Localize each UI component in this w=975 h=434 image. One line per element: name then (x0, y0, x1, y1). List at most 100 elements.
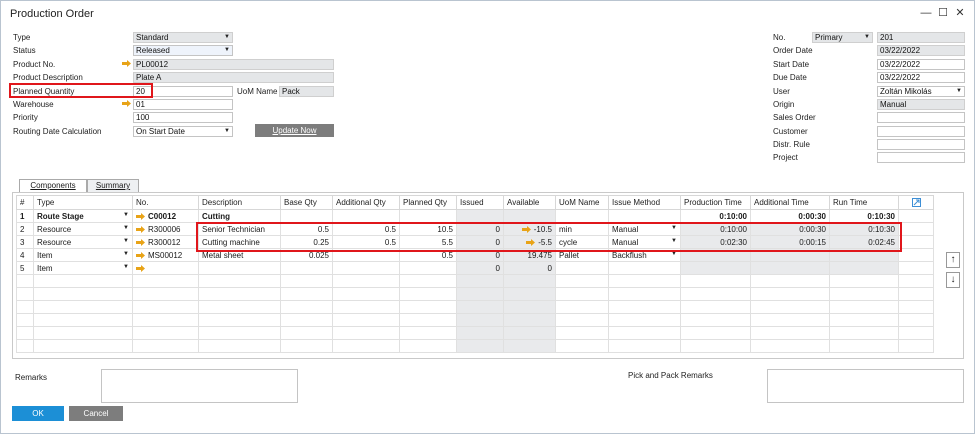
empty-cell[interactable] (16, 300, 34, 314)
table-row-empty[interactable] (16, 313, 934, 327)
empty-cell[interactable] (898, 326, 934, 340)
cell-desc[interactable] (198, 261, 281, 275)
cell-avail[interactable]: 0 (503, 261, 556, 275)
cell-base[interactable] (280, 209, 333, 223)
col-header-available[interactable]: Available (503, 195, 556, 210)
empty-cell[interactable] (829, 274, 899, 288)
empty-cell[interactable] (503, 274, 556, 288)
project-field[interactable] (877, 152, 965, 163)
col-header-base-qty[interactable]: Base Qty (280, 195, 333, 210)
empty-cell[interactable] (898, 287, 934, 301)
minimize-icon[interactable]: — (919, 6, 933, 20)
empty-cell[interactable] (680, 274, 751, 288)
cell-planned[interactable] (399, 261, 457, 275)
due-date-field[interactable]: 03/22/2022 (877, 72, 965, 83)
empty-cell[interactable] (750, 313, 830, 327)
table-row[interactable]: 1 ▼ Route Stage C00012 Cutting 0:10:00 0:00:30… (16, 209, 934, 223)
link-arrow-icon[interactable] (136, 264, 145, 272)
empty-cell[interactable] (33, 287, 133, 301)
cell-prod-time[interactable] (680, 261, 751, 275)
empty-cell[interactable] (132, 300, 199, 314)
sales-order-field[interactable] (877, 112, 965, 123)
empty-cell[interactable] (198, 274, 281, 288)
start-date-field[interactable]: 03/22/2022 (877, 59, 965, 70)
empty-cell[interactable] (680, 300, 751, 314)
empty-cell[interactable] (198, 339, 281, 353)
cell-addl[interactable] (332, 209, 400, 223)
table-row-empty[interactable] (16, 339, 934, 353)
link-arrow-icon[interactable] (136, 251, 145, 259)
empty-cell[interactable] (33, 326, 133, 340)
cell-issued[interactable] (456, 209, 504, 223)
empty-cell[interactable] (33, 313, 133, 327)
pick-pack-remarks-textarea[interactable] (767, 369, 964, 403)
chevron-down-icon[interactable]: ▼ (123, 212, 129, 218)
series-select[interactable]: Primary (812, 32, 873, 43)
cell-type[interactable]: ▼ Route Stage (33, 209, 133, 223)
col-header-production-time[interactable]: Production Time (680, 195, 751, 210)
empty-cell[interactable] (829, 313, 899, 327)
empty-cell[interactable] (898, 274, 934, 288)
empty-cell[interactable] (898, 339, 934, 353)
cell-addl[interactable] (332, 261, 400, 275)
cell-no[interactable]: C00012 (132, 209, 199, 223)
cell-issued[interactable]: 0 (456, 261, 504, 275)
tab-summary[interactable]: Summary (87, 179, 139, 192)
product-no-field[interactable]: PL00012 (133, 59, 334, 70)
empty-cell[interactable] (750, 326, 830, 340)
cell-method[interactable] (608, 261, 681, 275)
empty-cell[interactable] (16, 326, 34, 340)
distr-rule-field[interactable] (877, 139, 965, 150)
empty-cell[interactable] (332, 313, 400, 327)
remarks-textarea[interactable] (101, 369, 298, 403)
cell-prod-time[interactable]: 0:10:00 (680, 209, 751, 223)
empty-cell[interactable] (280, 274, 333, 288)
empty-cell[interactable] (132, 326, 199, 340)
empty-cell[interactable] (399, 326, 457, 340)
empty-cell[interactable] (198, 300, 281, 314)
chevron-down-icon[interactable]: ▼ (123, 264, 129, 270)
empty-cell[interactable] (680, 326, 751, 340)
priority-field[interactable]: 100 (133, 112, 233, 123)
col-header-issued[interactable]: Issued (456, 195, 504, 210)
uom-name-field[interactable]: Pack (279, 86, 334, 97)
table-row-empty[interactable] (16, 287, 934, 301)
table-row[interactable]: 5 ▼ Item 0 0 (16, 261, 934, 275)
empty-cell[interactable] (829, 300, 899, 314)
empty-cell[interactable] (132, 287, 199, 301)
link-arrow-icon[interactable] (122, 60, 131, 67)
cell-no[interactable]: R300006 (132, 222, 199, 236)
empty-cell[interactable] (608, 339, 681, 353)
tab-components[interactable]: Components (19, 179, 87, 193)
customer-field[interactable] (877, 126, 965, 137)
empty-cell[interactable] (399, 287, 457, 301)
product-desc-field[interactable]: Plate A (133, 72, 334, 83)
user-select[interactable]: Zoltán Mikolás (877, 86, 965, 97)
empty-cell[interactable] (503, 313, 556, 327)
cell-type[interactable]: ▼ Item (33, 248, 133, 262)
doc-no-field[interactable]: 201 (877, 32, 965, 43)
maximize-icon[interactable]: ☐ (936, 6, 950, 20)
update-now-button[interactable]: Update Now (255, 124, 334, 137)
empty-cell[interactable] (555, 339, 609, 353)
col-header-type[interactable]: Type (33, 195, 133, 210)
empty-cell[interactable] (332, 300, 400, 314)
empty-cell[interactable] (399, 300, 457, 314)
empty-cell[interactable] (399, 339, 457, 353)
empty-cell[interactable] (132, 274, 199, 288)
cell-no[interactable]: R300012 (132, 235, 199, 249)
col-header-additional-time[interactable]: Additional Time (750, 195, 830, 210)
type-select[interactable]: Standard (133, 32, 233, 43)
empty-cell[interactable] (750, 300, 830, 314)
cell-type[interactable]: ▼ Item (33, 261, 133, 275)
link-arrow-icon[interactable] (136, 225, 145, 233)
empty-cell[interactable] (198, 326, 281, 340)
empty-cell[interactable] (456, 326, 504, 340)
link-arrow-icon[interactable] (136, 238, 145, 246)
cell-desc[interactable]: Cutting (198, 209, 281, 223)
empty-cell[interactable] (16, 274, 34, 288)
cell-addl-time[interactable]: 0:00:30 (750, 209, 830, 223)
empty-cell[interactable] (503, 287, 556, 301)
cell-base[interactable] (280, 261, 333, 275)
table-row-empty[interactable] (16, 326, 934, 340)
